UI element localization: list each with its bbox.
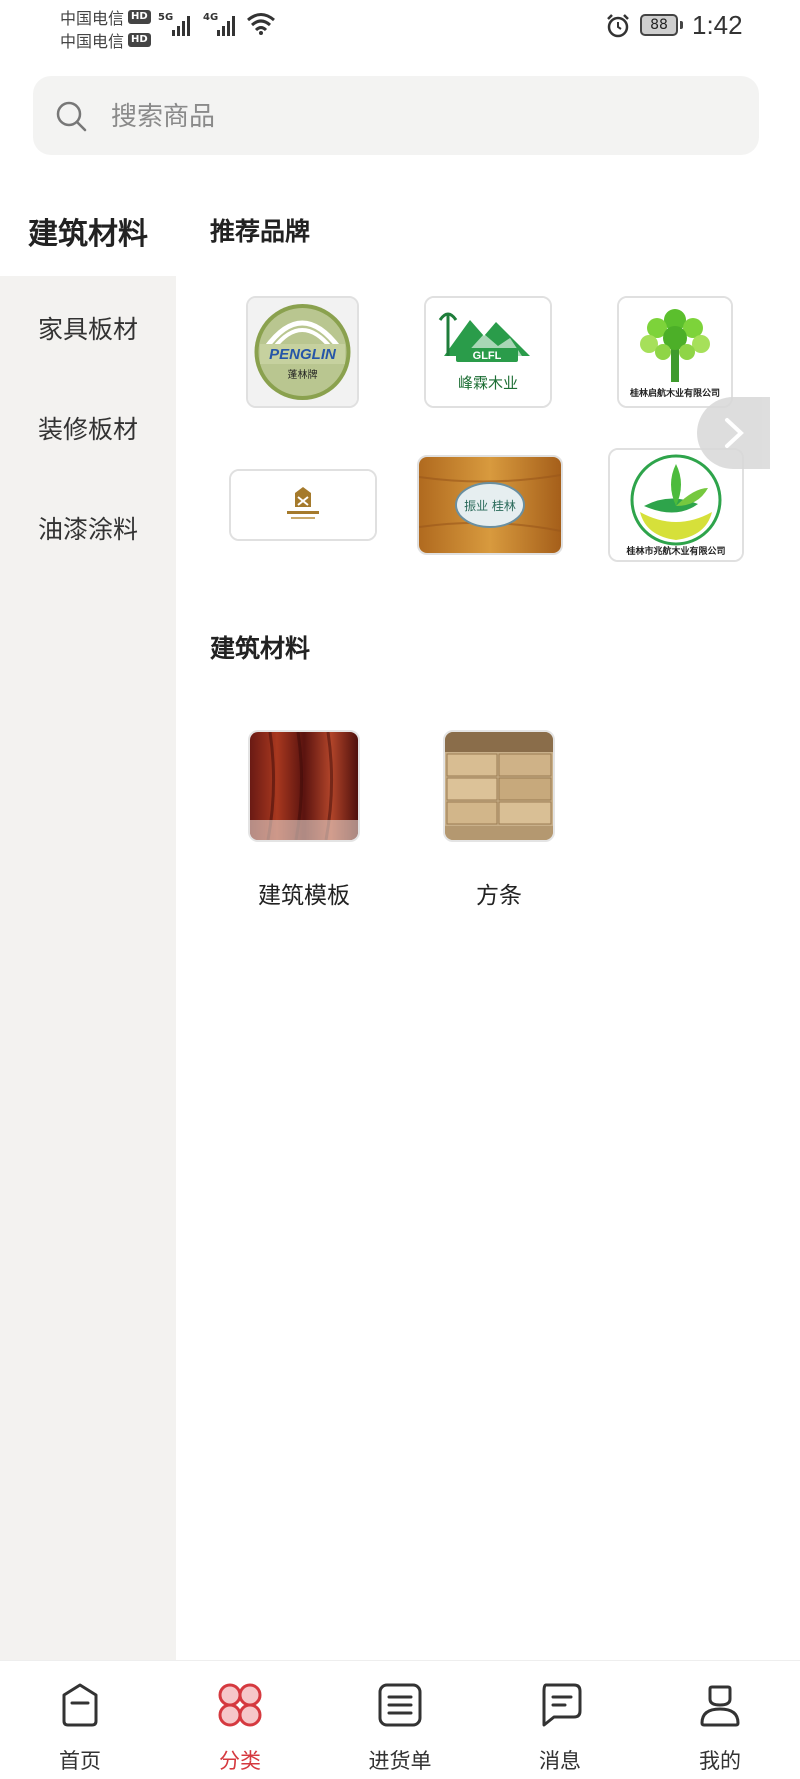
home-icon bbox=[62, 1683, 98, 1727]
message-icon bbox=[542, 1683, 582, 1727]
brand5-logo: 振业 桂林 bbox=[419, 457, 561, 553]
bottom-nav: 首页 分类 进货单 消息 我的 bbox=[0, 1660, 800, 1779]
sidebar-item-decoration-board[interactable]: 装修板材 bbox=[0, 388, 176, 468]
zhaohang-logo-text: 桂林市兆航木业有限公司 bbox=[625, 545, 725, 557]
glfl-logo-sub: 峰霖木业 bbox=[458, 374, 518, 392]
brands-title: 推荐品牌 bbox=[210, 217, 311, 246]
penglin-logo: PENGLIN 蓬林牌 bbox=[248, 298, 357, 406]
profile-icon bbox=[700, 1685, 740, 1727]
search-bar[interactable] bbox=[33, 76, 759, 157]
brand-5[interactable]: 振业 桂林 bbox=[417, 455, 563, 555]
square-timber-image bbox=[445, 732, 553, 840]
square-timber-label: 方条 bbox=[476, 883, 522, 909]
category-icon bbox=[218, 1683, 262, 1727]
battery-icon: 88 bbox=[640, 14, 678, 36]
glfl-logo-text: GLFL bbox=[473, 350, 502, 362]
hd-badge: HD bbox=[128, 10, 151, 24]
qihang-logo: 桂林启航木业有限公司 bbox=[619, 298, 731, 406]
penglin-logo-sub: 蓬林牌 bbox=[288, 368, 318, 381]
category-sidebar: 建筑材料 家具板材 装修板材 油漆涂料 bbox=[0, 186, 176, 1662]
alarm-icon bbox=[607, 14, 629, 38]
nav-messages[interactable]: 消息 bbox=[480, 1661, 640, 1779]
battery-tip bbox=[680, 21, 683, 29]
carrier-name: 中国电信 bbox=[60, 32, 125, 51]
search-input[interactable] bbox=[109, 76, 713, 157]
nav-profile-label: 我的 bbox=[699, 1749, 741, 1773]
nav-messages-label: 消息 bbox=[539, 1749, 581, 1773]
brand-4[interactable] bbox=[229, 469, 377, 541]
sidebar-item-active[interactable]: 建筑材料 bbox=[0, 186, 176, 276]
nav-purchase-list-label: 进货单 bbox=[368, 1749, 432, 1773]
network-type: 4G bbox=[203, 12, 219, 23]
nav-home[interactable]: 首页 bbox=[0, 1661, 160, 1779]
chevron-right-icon bbox=[724, 418, 744, 448]
nav-category[interactable]: 分类 bbox=[160, 1661, 320, 1779]
carrier-name: 中国电信 bbox=[60, 9, 125, 28]
nav-category-label: 分类 bbox=[219, 1749, 261, 1773]
carrier-label: 中国电信 HD bbox=[60, 5, 151, 29]
brand5-logo-text: 振业 桂林 bbox=[464, 498, 516, 513]
sidebar-item-furniture-board[interactable]: 家具板材 bbox=[0, 288, 176, 368]
carrier-label: 中国电信 HD bbox=[60, 28, 151, 52]
formwork-label: 建筑模板 bbox=[258, 883, 350, 909]
qihang-logo-text: 桂林启航木业有限公司 bbox=[629, 387, 720, 399]
penglin-logo-text: PENGLIN bbox=[269, 346, 337, 363]
nav-purchase-list[interactable]: 进货单 bbox=[320, 1661, 480, 1779]
signal-icon bbox=[217, 14, 235, 36]
signal-icon bbox=[172, 14, 190, 36]
brand-qihang[interactable]: 桂林启航木业有限公司 bbox=[617, 296, 733, 408]
clock: 1:42 bbox=[692, 10, 743, 40]
sidebar-item-paint-coating[interactable]: 油漆涂料 bbox=[0, 488, 176, 568]
search-icon bbox=[56, 101, 87, 132]
hd-badge: HD bbox=[128, 33, 151, 47]
brand-penglin[interactable]: PENGLIN 蓬林牌 bbox=[246, 296, 359, 408]
battery-level: 88 bbox=[650, 17, 668, 33]
glfl-logo: GLFL 峰霖木业 bbox=[426, 298, 550, 406]
category-title: 建筑材料 bbox=[210, 634, 311, 663]
brand4-logo bbox=[231, 471, 375, 539]
brands-next-button[interactable] bbox=[697, 397, 770, 469]
brand-glfl[interactable]: GLFL 峰霖木业 bbox=[424, 296, 552, 408]
nav-profile[interactable]: 我的 bbox=[640, 1661, 800, 1779]
wifi-icon bbox=[247, 13, 275, 35]
square-timber-thumbnail bbox=[443, 730, 555, 842]
formwork-image bbox=[250, 732, 358, 840]
network-type: 5G bbox=[158, 12, 174, 23]
nav-home-label: 首页 bbox=[59, 1749, 101, 1773]
status-bar: 中国电信 HD 中国电信 HD 5G 4G 88 1:42 bbox=[0, 0, 800, 60]
list-icon bbox=[378, 1683, 422, 1727]
formwork-thumbnail bbox=[248, 730, 360, 842]
